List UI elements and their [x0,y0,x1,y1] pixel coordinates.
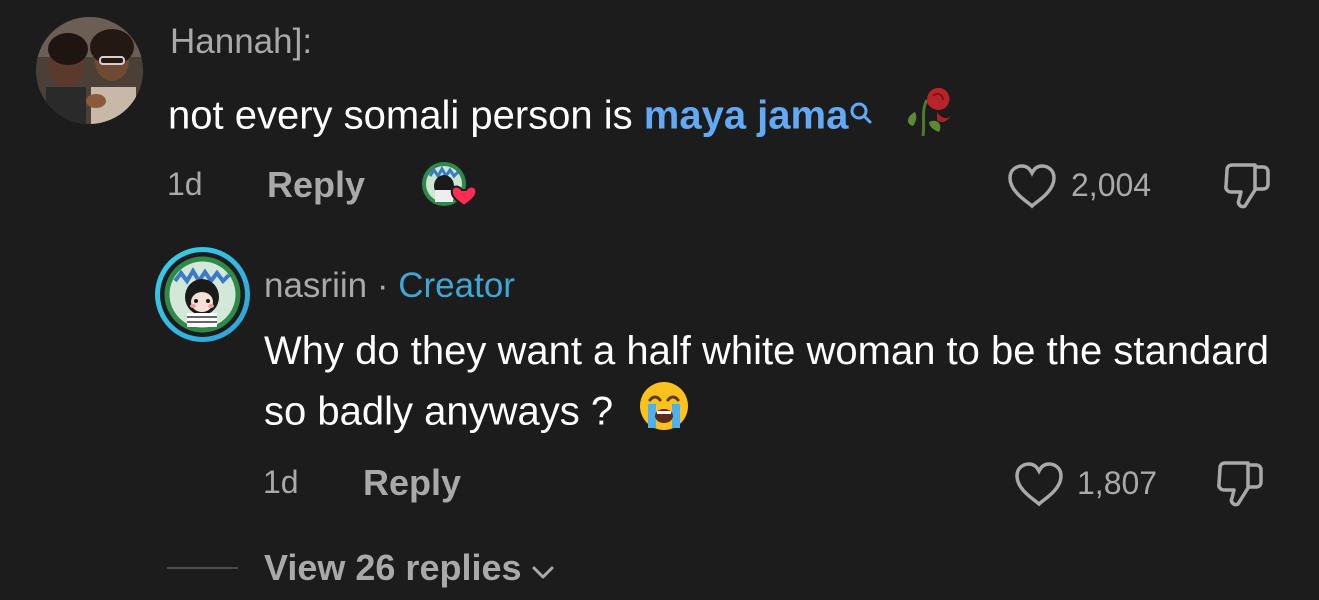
chevron-down-icon [530,563,556,588]
like-count: 2,004 [1071,167,1152,203]
comment-age: 1d [167,166,203,202]
commenter-avatar[interactable] [36,17,143,124]
wilted-rose-emoji-icon [903,82,955,154]
view-replies-button[interactable]: View 26 replies [264,548,556,588]
comment-text-part: not every somali person is [168,93,644,138]
search-icon[interactable] [848,84,874,142]
creator-badge: Creator [398,266,515,305]
reply-item: nasriin · Creator Why do they want a hal… [0,230,1319,530]
like-button[interactable] [1006,164,1058,210]
reply-username-row: nasriin · Creator [264,266,515,306]
search-link[interactable]: maya jama [644,94,849,138]
like-button[interactable] [1013,462,1065,508]
heart-outline-icon [1015,462,1063,507]
loudly-crying-emoji-icon [638,380,690,448]
reply-text-block: Why do they want a half white woman to b… [264,322,1294,448]
comment-text: not every somali person is maya jama [168,82,955,154]
comment-username[interactable]: Hannah]: [170,22,312,62]
creator-liked-badge [420,160,480,212]
username-separator: · [376,266,389,305]
reply-text: Why do they want a half white woman to b… [264,329,1270,434]
view-replies-label: View 26 replies [264,547,522,588]
creator-avatar-heart-icon [422,162,478,208]
comment-item: Hannah]: not every somali person is maya… [0,0,1319,230]
cartoon-avatar-icon [164,256,241,333]
avatar-photo-icon [36,17,143,124]
reply-age: 1d [263,464,299,500]
reply-button[interactable]: Reply [363,463,461,503]
dislike-button[interactable] [1221,162,1273,212]
creator-avatar[interactable] [155,247,250,342]
heart-outline-icon [1008,164,1056,209]
thumbs-down-icon [1224,163,1270,209]
replies-divider [167,567,238,569]
thumbs-down-icon [1217,461,1263,507]
like-count: 1,807 [1077,465,1158,501]
reply-username[interactable]: nasriin [264,266,367,305]
dislike-button[interactable] [1214,460,1266,510]
reply-button[interactable]: Reply [267,165,365,205]
